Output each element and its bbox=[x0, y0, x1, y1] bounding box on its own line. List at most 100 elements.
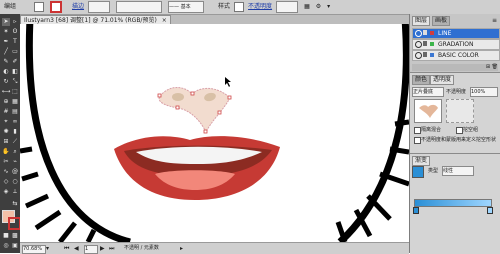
eye-icon[interactable] bbox=[415, 30, 422, 37]
scale-tool-icon[interactable]: ⤡ bbox=[11, 78, 19, 86]
lasso-tool-icon[interactable]: ʘ bbox=[11, 28, 19, 36]
gradient-stop-left[interactable] bbox=[413, 207, 419, 214]
gradient-panel: 渐变 类型 线性 bbox=[410, 153, 500, 254]
knockout-group-checkbox[interactable] bbox=[456, 127, 463, 134]
blend-mode-select[interactable]: 正片叠底 bbox=[412, 87, 444, 97]
gradient-type-select[interactable]: 线性 bbox=[442, 166, 474, 176]
first-page-icon[interactable]: ⏮ bbox=[64, 245, 69, 252]
gear-icon[interactable]: ⚙ bbox=[316, 2, 321, 12]
style-swatch[interactable] bbox=[234, 2, 245, 12]
blob-brush-tool-icon[interactable]: ◐ bbox=[2, 68, 10, 76]
tab-artboards[interactable]: 画板 bbox=[432, 16, 451, 26]
eye-icon[interactable] bbox=[415, 41, 422, 48]
paintbrush-tool-icon[interactable]: ✎ bbox=[2, 58, 10, 66]
layer-row-gradation[interactable]: GRADATION bbox=[412, 39, 500, 50]
tab-gradient[interactable]: 渐变 bbox=[412, 156, 431, 166]
variable-width-dropdown[interactable] bbox=[116, 1, 163, 13]
opacity-link[interactable]: 不透明度 bbox=[248, 2, 272, 12]
next-page-icon[interactable]: ▶ bbox=[100, 245, 105, 252]
options-icon[interactable]: ▾ bbox=[327, 2, 330, 12]
free-transform-tool-icon[interactable]: ⬚ bbox=[11, 88, 19, 96]
artboard-canvas[interactable] bbox=[20, 24, 409, 242]
symbol-sprayer-tool-icon[interactable]: ✺ bbox=[2, 128, 10, 136]
tools-panel: ➤ ▹ ✶ ʘ ✒ T ╱ ▭ ✎ ✐ ◐ ◧ ↻ ⤡ ⟷ ⬚ ⊕ ▦ # ▤ … bbox=[0, 14, 21, 253]
magic-wand-tool-icon[interactable]: ✶ bbox=[2, 28, 10, 36]
lock-icon[interactable] bbox=[423, 41, 427, 46]
scissors-tool-icon[interactable]: ✂ bbox=[2, 158, 10, 166]
gradient-type-label: 类型 bbox=[428, 168, 439, 174]
gradient-swatch[interactable] bbox=[412, 166, 424, 178]
tab-transparency[interactable]: 透明度 bbox=[430, 75, 455, 85]
transparency-panel: 颜色 透明度 正片叠底 不透明度 100% 隔离混合 挖空组 不透明度和蒙版用来… bbox=[410, 72, 500, 153]
layer-row-basic-color[interactable]: BASIC COLOR bbox=[412, 50, 500, 61]
draw-mode-icon[interactable]: ◎ bbox=[2, 242, 10, 250]
gradient-tool-icon[interactable]: ▤ bbox=[11, 108, 19, 116]
eyedropper-tool-icon[interactable]: ⌖ bbox=[2, 118, 10, 126]
stroke-swatch[interactable] bbox=[50, 1, 63, 13]
zoom-tool-icon[interactable]: ⌕ bbox=[11, 148, 19, 156]
gradient-slider[interactable] bbox=[414, 199, 492, 207]
knife-tool-icon[interactable]: ⌁ bbox=[11, 158, 19, 166]
nostril-left bbox=[172, 93, 184, 101]
eye-icon[interactable] bbox=[415, 52, 422, 59]
trash-icon[interactable]: 🗑 bbox=[492, 64, 498, 70]
measure-tool-icon[interactable]: ⟂ bbox=[11, 188, 19, 196]
column-graph-tool-icon[interactable]: ▮ bbox=[11, 128, 19, 136]
opacity-mask-checkbox[interactable] bbox=[414, 137, 421, 144]
line-tool-icon[interactable]: ╱ bbox=[2, 48, 10, 56]
color-mode-icon[interactable]: ■ bbox=[2, 232, 10, 240]
artboard-tool-icon[interactable]: ⊞ bbox=[2, 138, 10, 146]
brush-dropdown[interactable]: —— 基本 bbox=[168, 1, 205, 13]
status-menu-icon[interactable]: ▸ bbox=[180, 245, 183, 252]
isolate-blending-checkbox[interactable] bbox=[414, 127, 421, 134]
direct-selection-tool-icon[interactable]: ▹ bbox=[11, 18, 19, 26]
eraser-tool-icon[interactable]: ◧ bbox=[11, 68, 19, 76]
tab-color[interactable]: 颜色 bbox=[412, 75, 431, 85]
pencil-tool-icon[interactable]: ✐ bbox=[11, 58, 19, 66]
last-page-icon[interactable]: ⏭ bbox=[109, 245, 114, 252]
screen-mode-icon[interactable]: ▣ bbox=[11, 242, 19, 250]
live-paint-tool-icon[interactable]: ◈ bbox=[2, 188, 10, 196]
layer-row-line[interactable]: LINE bbox=[412, 28, 500, 39]
rectangle-tool-icon[interactable]: ▭ bbox=[11, 48, 19, 56]
pucker-tool-icon[interactable]: ◇ bbox=[2, 178, 10, 186]
gradient-stop-right[interactable] bbox=[487, 207, 493, 214]
bloat-tool-icon[interactable]: ○ bbox=[11, 178, 19, 186]
mouse-cursor-icon bbox=[225, 77, 231, 87]
opacity-dropdown[interactable] bbox=[276, 1, 299, 13]
knockout-group-label: 挖空组 bbox=[463, 127, 479, 133]
swap-colors-icon[interactable]: ⇆ bbox=[11, 200, 19, 208]
blend-tool-icon[interactable]: ∞ bbox=[11, 118, 19, 126]
warp-tool-icon[interactable]: ∿ bbox=[2, 168, 10, 176]
arrange-icon[interactable]: ▦ bbox=[304, 2, 310, 12]
lock-icon[interactable] bbox=[423, 30, 427, 35]
prev-page-icon[interactable]: ◀ bbox=[74, 245, 79, 252]
mask-thumbnail[interactable] bbox=[446, 99, 474, 123]
perspective-grid-tool-icon[interactable]: ▦ bbox=[11, 98, 19, 106]
fill-swatch[interactable] bbox=[34, 2, 45, 12]
layer-color-dot bbox=[430, 42, 434, 46]
stroke-link[interactable]: 描边 bbox=[72, 2, 84, 12]
zoom-dropdown-icon[interactable]: ▾ bbox=[46, 245, 49, 252]
layers-footer: ⊞ 🗑 bbox=[412, 64, 498, 71]
nose-shape bbox=[158, 87, 231, 134]
type-tool-icon[interactable]: T bbox=[11, 38, 19, 46]
slice-tool-icon[interactable]: ⟋ bbox=[11, 138, 19, 146]
rotate-tool-icon[interactable]: ↻ bbox=[2, 78, 10, 86]
width-tool-icon[interactable]: ⟷ bbox=[2, 88, 11, 96]
lock-icon[interactable] bbox=[423, 52, 427, 57]
pen-tool-icon[interactable]: ✒ bbox=[2, 38, 10, 46]
shape-builder-tool-icon[interactable]: ⊕ bbox=[2, 98, 10, 106]
hand-tool-icon[interactable]: ✋ bbox=[2, 148, 10, 156]
selection-tool-icon[interactable]: ➤ bbox=[2, 18, 10, 26]
new-layer-icon[interactable]: ⊞ bbox=[486, 64, 490, 70]
mesh-tool-icon[interactable]: # bbox=[2, 108, 10, 116]
stroke-weight-dropdown[interactable] bbox=[88, 1, 111, 13]
stroke-profile-icon: —— bbox=[169, 4, 180, 10]
opacity-input[interactable]: 100% bbox=[470, 87, 498, 97]
panel-menu-icon[interactable]: ≡ bbox=[492, 17, 497, 24]
close-icon[interactable]: × bbox=[162, 17, 167, 24]
twirl-tool-icon[interactable]: @ bbox=[11, 168, 19, 176]
gradient-mode-icon[interactable]: ▩ bbox=[11, 232, 19, 240]
tab-layers[interactable]: 图层 bbox=[412, 16, 431, 26]
